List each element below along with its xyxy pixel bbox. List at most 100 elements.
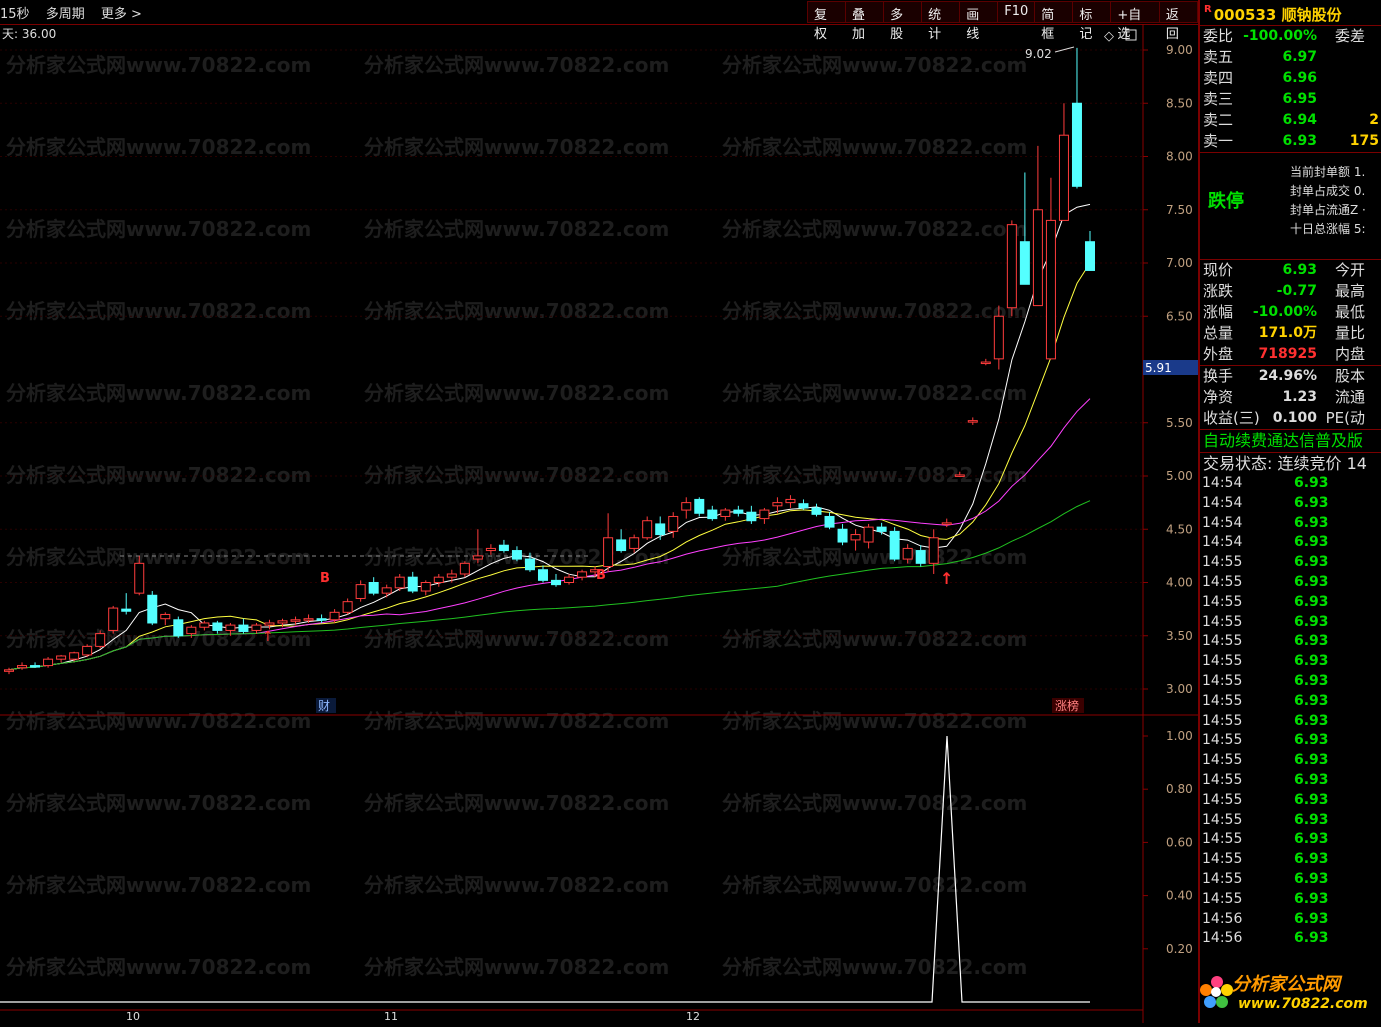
quote-row: 卖四 6.96 <box>1200 68 1381 89</box>
period-15s[interactable]: 15秒 <box>0 7 30 22</box>
candle-body <box>238 624 249 632</box>
watermark-text: 分析家公式网www.70822.com <box>722 463 1027 487</box>
candle-body <box>980 361 991 365</box>
tick-price: 6.93 <box>1294 672 1329 689</box>
candle-body <box>394 576 405 589</box>
candle-body <box>915 550 926 564</box>
price-tick-label: 7.00 <box>1166 256 1193 270</box>
watermark-text: 分析家公式网www.70822.com <box>722 545 1027 569</box>
quote-row: 现价 6.93 今开 <box>1200 260 1381 281</box>
row-extra: 内盘 <box>1334 345 1365 363</box>
candle-body <box>56 655 67 660</box>
add-watchlist-button[interactable]: +自选 <box>1110 1 1160 42</box>
row-extra: 量比 <box>1334 324 1365 342</box>
candle-body <box>264 622 275 626</box>
quote-row: 委比 -100.00% 委差 <box>1200 26 1381 47</box>
tick-row: 14:55 6.93 <box>1200 594 1381 614</box>
more-menu[interactable]: 更多 > <box>101 7 142 22</box>
candle-body <box>928 537 939 564</box>
tick-price: 6.93 <box>1294 653 1329 670</box>
mark-button[interactable]: 标记 <box>1072 1 1112 42</box>
candle-body <box>4 669 14 672</box>
tick-time: 14:54 <box>1202 534 1243 551</box>
candle-body <box>446 573 457 578</box>
quote-panel: R 000533 顺钠股份 委比 -100.00% 委差 卖五 6.97 卖四 6.96 卖三 6… <box>1198 0 1381 1023</box>
kline-chart[interactable]: 分析家公式网www.70822.com 分析家公式网www.70822.com 分析… <box>0 24 1198 1023</box>
top-toolbar: 15秒 多周期 更多 > 复权 叠加 多股 统计 画线 F10 简框 标记 +自… <box>0 0 1198 42</box>
tick-row: 14:55 6.93 <box>1200 891 1381 911</box>
tick-time: 14:55 <box>1202 732 1243 749</box>
candle-body <box>381 587 392 594</box>
candle-body <box>17 665 28 669</box>
row-label: 卖三 <box>1203 90 1234 108</box>
quote-row: 卖一 6.93 175 <box>1200 131 1381 152</box>
tick-price: 6.93 <box>1294 870 1329 887</box>
buy-signal-b2: B <box>596 568 606 583</box>
candle-body <box>785 498 796 504</box>
candle-body <box>368 582 379 594</box>
watermark-text: 分析家公式网www.70822.com <box>364 217 669 241</box>
candle-body <box>616 539 627 552</box>
tick-row: 14:54 6.93 <box>1200 515 1381 535</box>
row-label: 总量 <box>1203 324 1234 342</box>
tick-price: 6.93 <box>1294 613 1329 630</box>
candle-body <box>577 571 588 578</box>
watermark-text: 分析家公式网www.70822.com <box>6 299 311 323</box>
tick-price: 6.93 <box>1294 811 1329 828</box>
tick-price: 6.93 <box>1294 633 1329 650</box>
row-value: 6.95 <box>1282 91 1317 107</box>
candle-body <box>472 555 483 560</box>
fuquan-button[interactable]: 复权 <box>807 1 847 42</box>
candle-body <box>564 576 575 583</box>
watermark-text: 分析家公式网www.70822.com <box>6 709 311 733</box>
candle-body <box>1006 224 1017 309</box>
price-tick-label: 3.50 <box>1166 629 1193 643</box>
quote-row: 外盘 718925 内盘 <box>1200 344 1381 365</box>
tick-row: 14:55 6.93 <box>1200 871 1381 891</box>
cai-badge-text: 财 <box>318 699 330 713</box>
candle-body <box>694 498 705 514</box>
tick-price: 6.93 <box>1294 791 1329 808</box>
candle-body <box>746 511 757 522</box>
candle-body <box>121 608 132 612</box>
month-label-11: 11 <box>384 1010 398 1023</box>
multi-stock-button[interactable]: 多股 <box>883 1 923 42</box>
price-tick-label: 4.00 <box>1166 576 1193 590</box>
candle-body <box>603 537 614 568</box>
tick-list[interactable]: 14:54 6.93 14:54 6.93 14:54 6.93 14:54 6.93 14:5… <box>1200 475 1381 950</box>
limit-item: 十日总涨幅 5: <box>1290 222 1366 236</box>
scroll-ticker[interactable]: 自动续费通达信普及版 <box>1200 430 1381 453</box>
tick-time: 14:55 <box>1202 593 1243 610</box>
draw-line-button[interactable]: 画线 <box>959 1 999 42</box>
row-extra: 最低 <box>1334 303 1365 321</box>
row-volume: 2 <box>1369 112 1379 128</box>
tick-row: 14:55 6.93 <box>1200 574 1381 594</box>
watermark-text: 分析家公式网www.70822.com <box>722 873 1027 897</box>
candle-body <box>355 584 366 599</box>
candle-body <box>420 582 431 592</box>
candle-body <box>537 569 548 581</box>
candle-body <box>459 562 470 575</box>
stats-button[interactable]: 统计 <box>921 1 961 42</box>
tick-row: 14:54 6.93 <box>1200 475 1381 495</box>
candle-body <box>329 611 340 621</box>
tick-row: 14:56 6.93 <box>1200 911 1381 931</box>
multi-period[interactable]: 多周期 <box>46 7 85 22</box>
f10-button[interactable]: F10 <box>997 1 1036 23</box>
row-label: 涨幅 <box>1203 303 1234 321</box>
simple-frame-button[interactable]: 简框 <box>1034 1 1074 42</box>
tick-price: 6.93 <box>1294 475 1329 491</box>
overlay-button[interactable]: 叠加 <box>845 1 885 42</box>
month-label-12: 12 <box>686 1010 700 1023</box>
tick-time: 14:55 <box>1202 851 1243 868</box>
candle-body <box>967 420 978 423</box>
chart-area[interactable]: 分析家公式网www.70822.com 分析家公式网www.70822.com 分析… <box>0 24 1198 1023</box>
quote-row: 涨跌 -0.77 最高 <box>1200 281 1381 302</box>
limit-item: 封单占成交 0. <box>1290 184 1366 198</box>
tick-time: 14:56 <box>1202 910 1243 927</box>
price-tick-label: 7.50 <box>1166 203 1193 217</box>
back-button[interactable]: 返回 <box>1158 1 1198 42</box>
row-value: 6.94 <box>1282 112 1317 128</box>
watermark-text: 分析家公式网www.70822.com <box>6 791 311 815</box>
row-value: 1.23 <box>1282 389 1317 405</box>
